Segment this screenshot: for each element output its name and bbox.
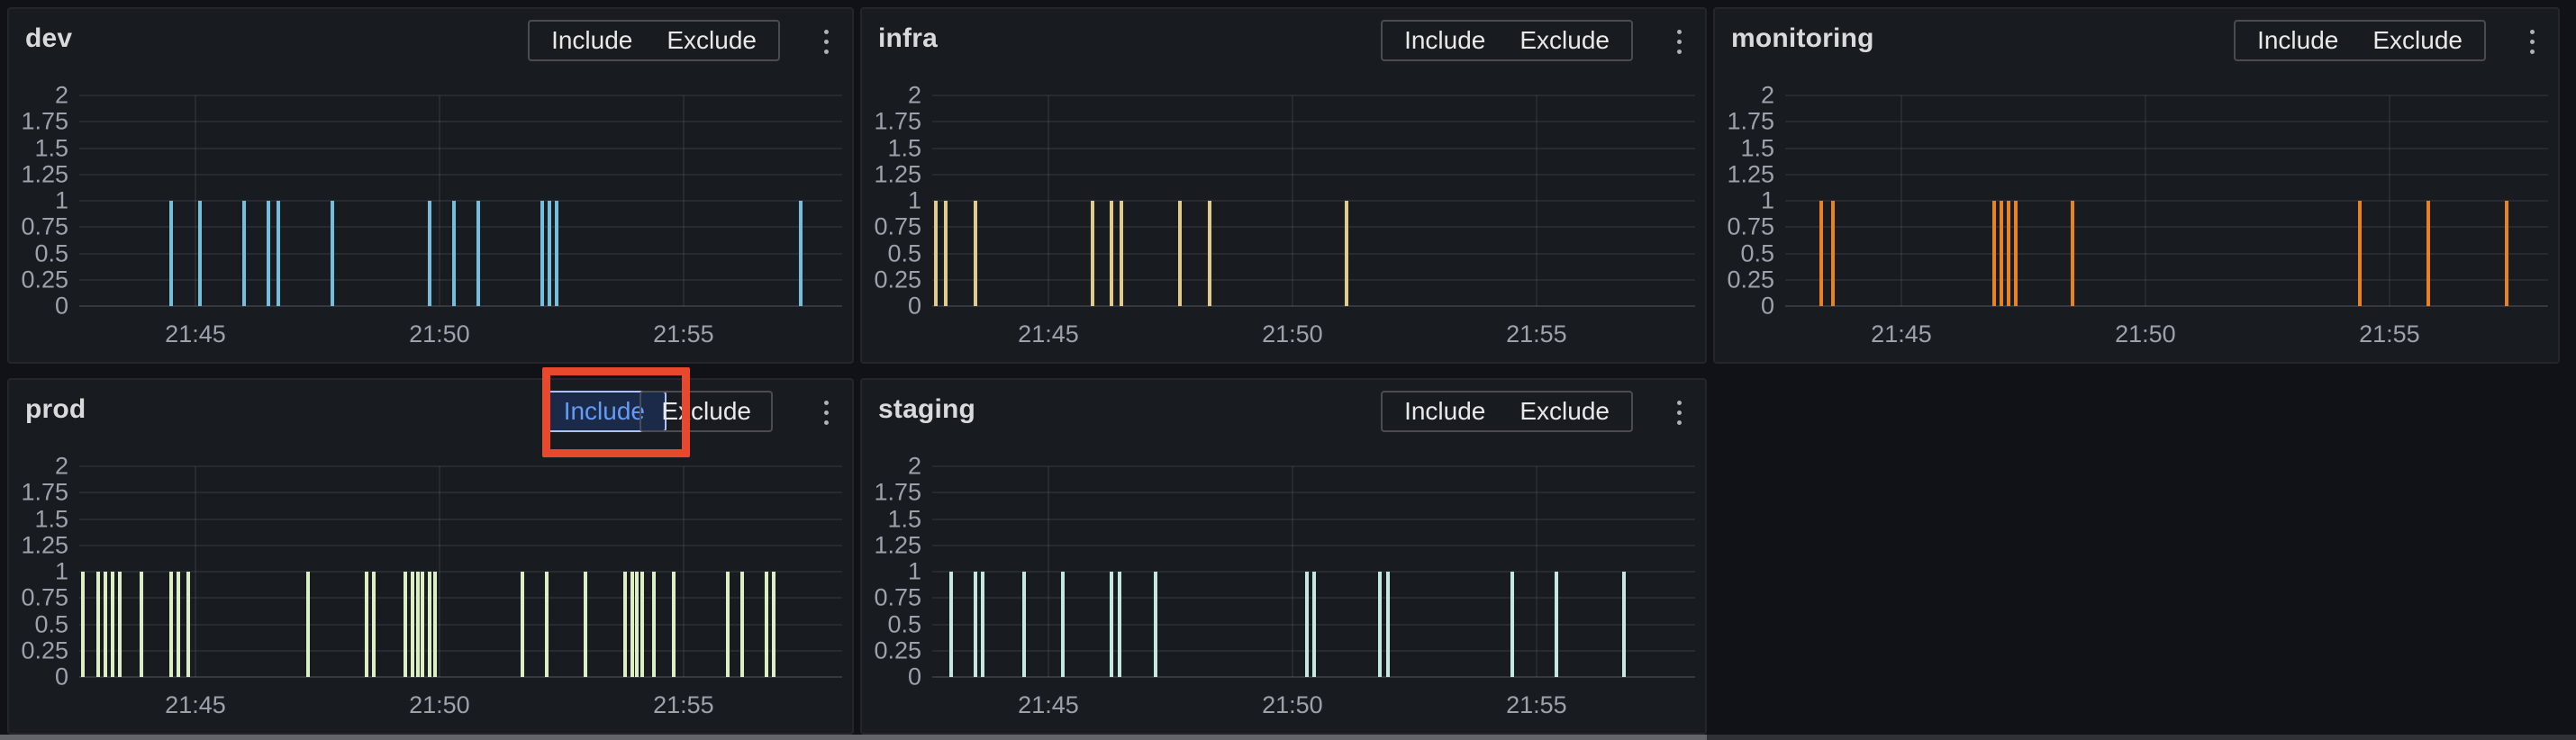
time-series-plot-area[interactable] — [79, 466, 842, 677]
panel-dev: dev Include Exclude 21.751.51.25 10.750.50.2… — [7, 7, 854, 364]
y-axis-tick-label: 0.5 — [862, 241, 921, 266]
y-axis-tick-label: 0.5 — [9, 612, 68, 636]
y-axis-tick-label: 0 — [1715, 294, 1774, 319]
panel-staging: stagingIncludeExclude21.751.51.2510.750.… — [860, 378, 1707, 735]
include-button[interactable]: Include — [1404, 28, 1485, 53]
kebab-vertical-dots-icon[interactable] — [820, 23, 832, 60]
time-series-plot-area[interactable] — [79, 95, 842, 306]
y-axis-tick-label: 1.5 — [862, 507, 921, 531]
y-axis-tick-label: 1.5 — [9, 507, 68, 531]
x-axis-tick-label: 21:50 — [1262, 322, 1323, 347]
y-axis-tick-label: 2 — [9, 84, 68, 108]
x-axis-tick-label: 21:45 — [1018, 693, 1079, 717]
y-axis-tick-label: 0.75 — [9, 586, 68, 610]
y-axis-tick-label: 0.75 — [1715, 215, 1774, 239]
x-axis-tick-label: 21:50 — [409, 322, 470, 347]
y-axis-tick-label: 1 — [862, 189, 921, 213]
y-axis-tick-label: 1.25 — [862, 533, 921, 557]
y-axis-tick-label: 0.5 — [9, 241, 68, 266]
x-axis-tick-label: 21:45 — [165, 322, 226, 347]
y-axis-tick-label: 1.25 — [862, 162, 921, 186]
x-axis-tick-label: 21:50 — [409, 693, 470, 717]
y-axis-tick-label: 2 — [9, 455, 68, 479]
y-axis-tick-label: 0 — [9, 665, 68, 690]
exclude-button[interactable]: Exclude — [1519, 399, 1610, 424]
panel-title: staging — [878, 394, 975, 425]
include-exclude-button-group: Include Exclude — [2234, 20, 2486, 61]
y-axis-tick-label: 0 — [862, 665, 921, 690]
panel-title: prod — [25, 394, 86, 425]
include-exclude-button-group: Include Exclude — [528, 20, 780, 61]
x-axis-tick-label: 21:55 — [2359, 322, 2420, 347]
panel-title: dev — [25, 23, 72, 54]
x-axis-tick-label: 21:55 — [1506, 693, 1567, 717]
y-axis-tick-label: 1.75 — [1715, 110, 1774, 134]
include-button[interactable]: Include — [551, 28, 632, 53]
horizontal-scrollbar-thumb[interactable] — [0, 735, 1707, 740]
include-exclude-button-group: Include Exclude — [1381, 391, 1633, 432]
x-axis-tick-label: 21:55 — [653, 693, 714, 717]
y-axis-tick-label: 0.5 — [862, 612, 921, 636]
kebab-vertical-dots-icon[interactable] — [2526, 23, 2538, 60]
x-axis-tick-label: 21:45 — [1018, 322, 1079, 347]
y-axis-tick-label: 0.25 — [9, 267, 68, 292]
y-axis-tick-label: 1 — [9, 189, 68, 213]
y-axis-tick-label: 1.5 — [9, 136, 68, 160]
time-series-plot-area[interactable] — [1785, 95, 2548, 306]
y-axis-tick-label: 0.25 — [862, 638, 921, 663]
y-axis-tick-label: 1.75 — [9, 481, 68, 505]
panel-infra: infraIncludeExclude21.751.51.2510.750.50… — [860, 7, 1707, 364]
panel-title: infra — [878, 23, 938, 54]
time-series-plot-area[interactable] — [932, 466, 1695, 677]
y-axis-tick-label: 1.25 — [9, 162, 68, 186]
exclude-button[interactable]: Exclude — [1519, 28, 1610, 53]
x-axis-tick-label: 21:45 — [165, 693, 226, 717]
y-axis-tick-label: 1 — [862, 560, 921, 584]
y-axis-tick-label: 1.5 — [1715, 136, 1774, 160]
y-axis-tick-label: 2 — [1715, 84, 1774, 108]
x-axis-tick-label: 21:50 — [1262, 693, 1323, 717]
y-axis-tick-label: 2 — [862, 455, 921, 479]
kebab-vertical-dots-icon[interactable] — [1673, 393, 1685, 431]
y-axis-tick-label: 0 — [9, 294, 68, 319]
y-axis-tick-label: 1 — [1715, 189, 1774, 213]
x-axis-tick-label: 21:55 — [653, 322, 714, 347]
y-axis-tick-label: 0.75 — [862, 586, 921, 610]
kebab-vertical-dots-icon[interactable] — [1673, 23, 1685, 60]
include-button[interactable]: Include — [1404, 399, 1485, 424]
include-button[interactable]: Include — [2257, 28, 2338, 53]
exclude-button[interactable]: Exclude — [667, 28, 757, 53]
exclude-button[interactable]: Exclude — [639, 391, 773, 432]
y-axis-tick-label: 1.25 — [1715, 162, 1774, 186]
y-axis-tick-label: 1 — [9, 560, 68, 584]
y-axis-tick-label: 1.5 — [862, 136, 921, 160]
kebab-vertical-dots-icon[interactable] — [820, 393, 832, 431]
y-axis-tick-label: 0.25 — [9, 638, 68, 663]
y-axis-tick-label: 0.25 — [862, 267, 921, 292]
x-axis-tick-label: 21:45 — [1871, 322, 1932, 347]
panel-monitoring: monitoring Include Exclude 21.751.51.25 10.7… — [1713, 7, 2560, 364]
panel-title: monitoring — [1731, 23, 1874, 54]
y-axis-tick-label: 1.75 — [9, 110, 68, 134]
y-axis-tick-label: 0.5 — [1715, 241, 1774, 266]
include-exclude-button-group: Include Exclude — [1381, 20, 1633, 61]
y-axis-tick-label: 0 — [862, 294, 921, 319]
y-axis-tick-label: 2 — [862, 84, 921, 108]
y-axis-tick-label: 1.75 — [862, 110, 921, 134]
panel-prod: prodIncludeExclude21.751.51.2510.750.50.… — [7, 378, 854, 735]
time-series-plot-area[interactable] — [932, 95, 1695, 306]
y-axis-tick-label: 1.25 — [9, 533, 68, 557]
x-axis-tick-label: 21:55 — [1506, 322, 1567, 347]
y-axis-tick-label: 0.75 — [862, 215, 921, 239]
exclude-button[interactable]: Exclude — [2372, 28, 2463, 53]
x-axis-tick-label: 21:50 — [2115, 322, 2176, 347]
horizontal-scrollbar[interactable] — [0, 735, 2576, 740]
y-axis-tick-label: 1.75 — [862, 481, 921, 505]
y-axis-tick-label: 0.25 — [1715, 267, 1774, 292]
y-axis-tick-label: 0.75 — [9, 215, 68, 239]
